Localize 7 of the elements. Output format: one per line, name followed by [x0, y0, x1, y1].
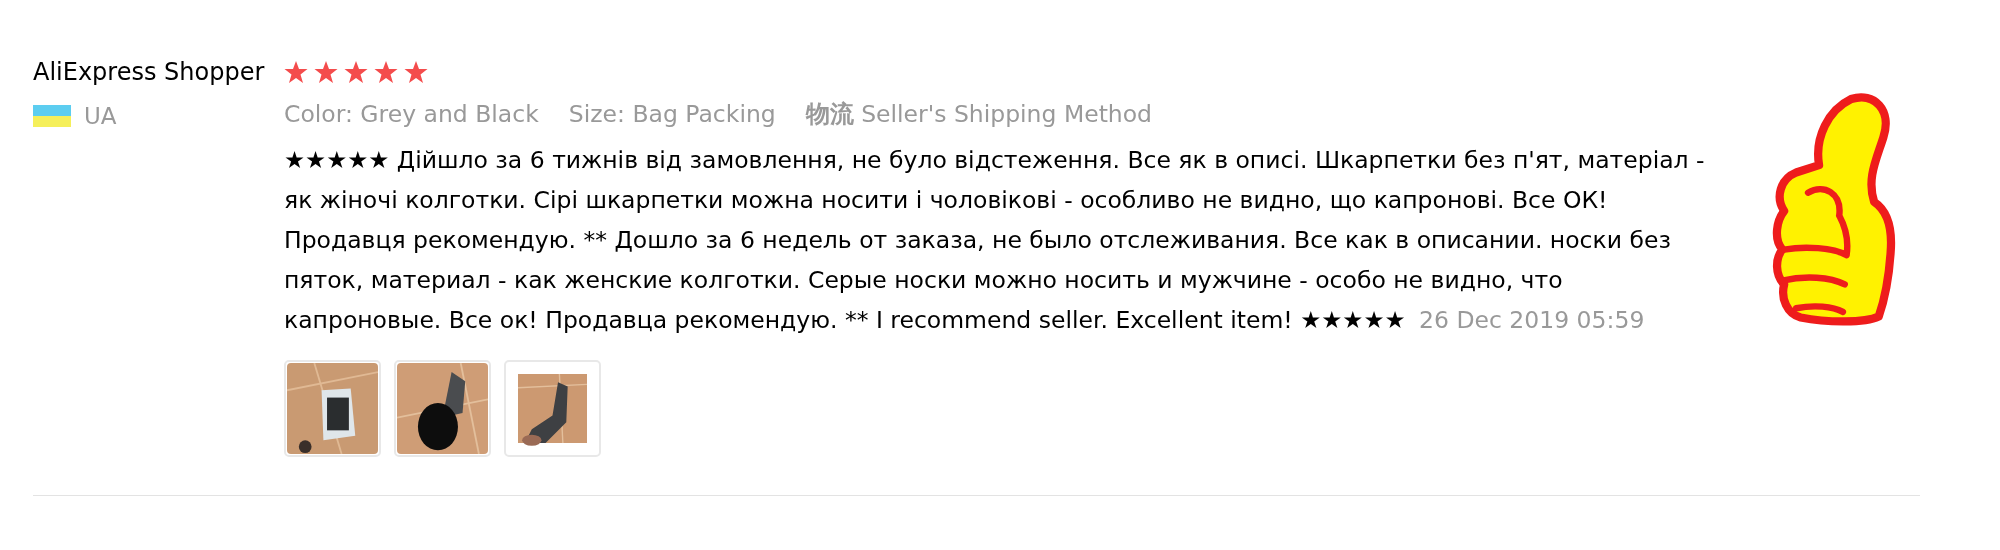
product-attribute: Size: Bag Packing [568, 99, 776, 130]
country-code: UA [84, 103, 117, 129]
product-attribute: 物流 Seller's Shipping Method [805, 99, 1153, 130]
flag-icon [33, 105, 71, 127]
review-text: ★★★★★ Дійшло за 6 тижнів від замовлення, не було відстеження. Все як в описі. Шкарпетки без п'ят, матеріал - як жіночі колготки. Сірі шкарпетки можна носити і чоловікові - особливо не видно, що капронові. Все ОК! Продавця рекомендую. ** Дошло за 6 недель от заказа, не было отслеживания. Все как в описании. носки без пяток, материал - как женские колготки. Серые носки можно носить и мужчине - особо не видно, что капроновые. Все ок! Продавца рекомендую. ** I recommend seller. Excellent item! ★★★★★ 26 Dec 2019 05:59 [284, 145, 1706, 336]
reviewer-name: AliExpress Shopper [33, 57, 266, 88]
product-attribute: Color: Grey and Black [284, 99, 539, 130]
